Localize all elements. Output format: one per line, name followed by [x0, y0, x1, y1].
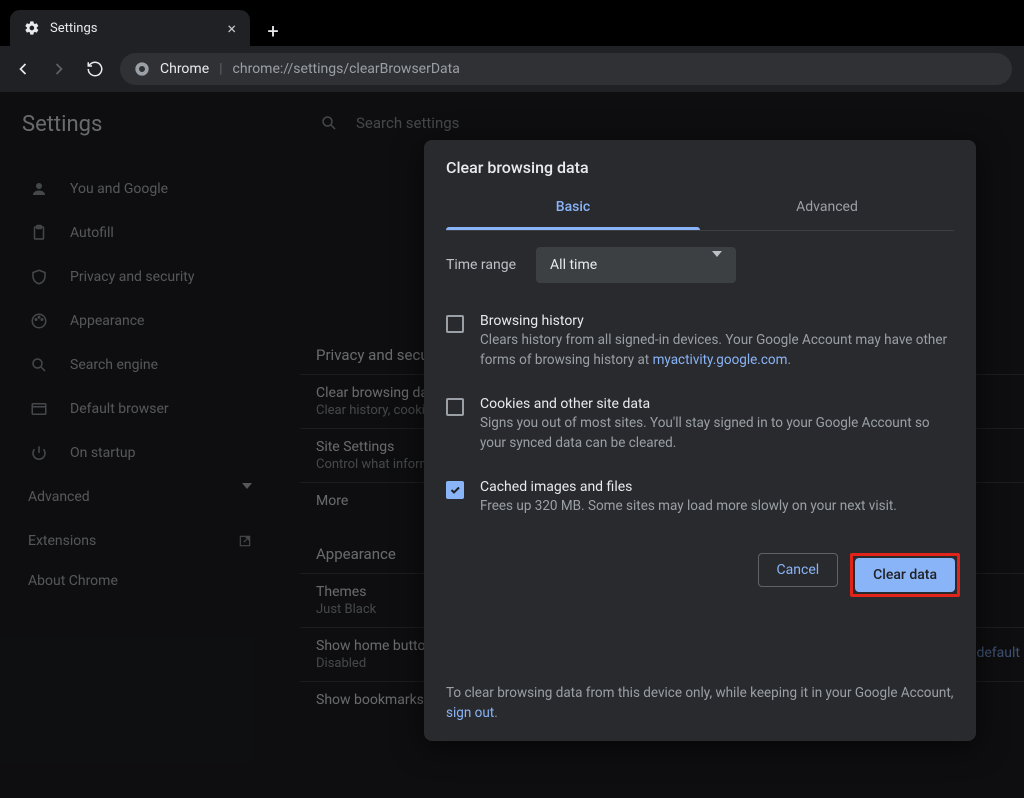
sign-out-link[interactable]: sign out: [446, 705, 494, 721]
chevron-down-icon: [712, 257, 722, 273]
sidebar-extensions-label: Extensions: [28, 533, 96, 549]
address-bar[interactable]: Chrome | chrome://settings/clearBrowserD…: [120, 53, 1012, 85]
sidebar-item-on-startup[interactable]: On startup: [22, 431, 278, 475]
close-icon[interactable]: ×: [227, 19, 236, 38]
sidebar-about-label: About Chrome: [28, 573, 118, 589]
option-title: Cookies and other site data: [480, 396, 954, 412]
settings-search-placeholder: Search settings: [356, 114, 459, 132]
sidebar-item-label: On startup: [70, 445, 136, 461]
browser-tabbar: Settings × +: [0, 0, 1024, 46]
chrome-logo-icon: [134, 61, 150, 77]
sidebar-item-appearance[interactable]: Appearance: [22, 299, 278, 343]
sidebar-about-chrome[interactable]: About Chrome: [22, 563, 278, 599]
chevron-down-icon: [242, 489, 252, 505]
address-separator: |: [219, 61, 222, 77]
shield-icon: [28, 268, 50, 286]
page-title: Settings: [22, 112, 278, 137]
sidebar-item-label: Privacy and security: [70, 269, 194, 285]
option-desc: Signs you out of most sites. You'll stay…: [480, 414, 954, 453]
sidebar-advanced-toggle[interactable]: Advanced: [22, 475, 252, 519]
time-range-row: Time range All time: [446, 247, 954, 283]
address-url: chrome://settings/clearBrowserData: [233, 61, 460, 77]
checkbox-browsing-history[interactable]: [446, 315, 464, 333]
sidebar-item-label: You and Google: [70, 181, 168, 197]
person-icon: [28, 180, 50, 198]
sidebar-item-label: Search engine: [70, 357, 158, 373]
forward-button[interactable]: [48, 58, 70, 80]
external-link-icon: [238, 534, 252, 548]
annotation-highlight: Clear data: [850, 553, 960, 597]
palette-icon: [28, 312, 50, 330]
settings-sidebar: Settings You and Google Autofill Privacy…: [0, 92, 290, 798]
search-icon: [28, 356, 50, 374]
reload-button[interactable]: [84, 58, 106, 80]
sidebar-advanced-label: Advanced: [28, 489, 90, 505]
sidebar-item-default-browser[interactable]: Default browser: [22, 387, 278, 431]
dialog-title: Clear browsing data: [424, 140, 976, 187]
window-icon: [28, 400, 50, 418]
sidebar-item-search-engine[interactable]: Search engine: [22, 343, 278, 387]
browser-tab-active[interactable]: Settings ×: [10, 10, 250, 46]
time-range-select[interactable]: All time: [536, 247, 736, 283]
sidebar-item-privacy[interactable]: Privacy and security: [22, 255, 278, 299]
power-icon: [28, 444, 50, 462]
checkbox-cached[interactable]: [446, 481, 464, 499]
option-desc: Frees up 320 MB. Some sites may load mor…: [480, 497, 897, 517]
option-cached[interactable]: Cached images and files Frees up 320 MB.…: [446, 469, 954, 533]
tab-underline: [446, 227, 700, 230]
cancel-button[interactable]: Cancel: [758, 553, 839, 587]
search-icon: [320, 114, 338, 132]
option-desc: Clears history from all signed-in device…: [480, 331, 954, 370]
sidebar-item-label: Autofill: [70, 225, 114, 241]
dialog-tabs: Basic Advanced: [446, 187, 954, 231]
page-body: Settings You and Google Autofill Privacy…: [0, 92, 1024, 798]
new-tab-button[interactable]: +: [258, 16, 288, 46]
option-title: Cached images and files: [480, 479, 897, 495]
address-prefix: Chrome: [160, 61, 209, 77]
option-browsing-history[interactable]: Browsing history Clears history from all…: [446, 303, 954, 386]
time-range-value: All time: [550, 257, 597, 273]
checkbox-cookies[interactable]: [446, 398, 464, 416]
back-button[interactable]: [12, 58, 34, 80]
gear-icon: [24, 20, 40, 36]
sidebar-item-you-and-google[interactable]: You and Google: [22, 167, 278, 211]
sidebar-item-label: Appearance: [70, 313, 144, 329]
sidebar-item-autofill[interactable]: Autofill: [22, 211, 278, 255]
browser-toolbar: Chrome | chrome://settings/clearBrowserD…: [0, 46, 1024, 92]
option-cookies[interactable]: Cookies and other site data Signs you ou…: [446, 386, 954, 469]
dialog-actions: Cancel Clear data: [424, 541, 976, 613]
browser-tab-title: Settings: [50, 21, 217, 36]
option-title: Browsing history: [480, 313, 954, 329]
tab-advanced[interactable]: Advanced: [700, 187, 954, 230]
dialog-footer-note: To clear browsing data from this device …: [424, 613, 976, 742]
sidebar-extensions[interactable]: Extensions: [22, 519, 252, 563]
clipboard-icon: [28, 224, 50, 242]
sidebar-item-label: Default browser: [70, 401, 169, 417]
time-range-label: Time range: [446, 257, 516, 273]
clear-browsing-data-dialog: Clear browsing data Basic Advanced Time …: [424, 140, 976, 741]
tab-basic[interactable]: Basic: [446, 187, 700, 227]
clear-data-button[interactable]: Clear data: [855, 558, 955, 592]
myactivity-link[interactable]: myactivity.google.com: [653, 352, 788, 368]
